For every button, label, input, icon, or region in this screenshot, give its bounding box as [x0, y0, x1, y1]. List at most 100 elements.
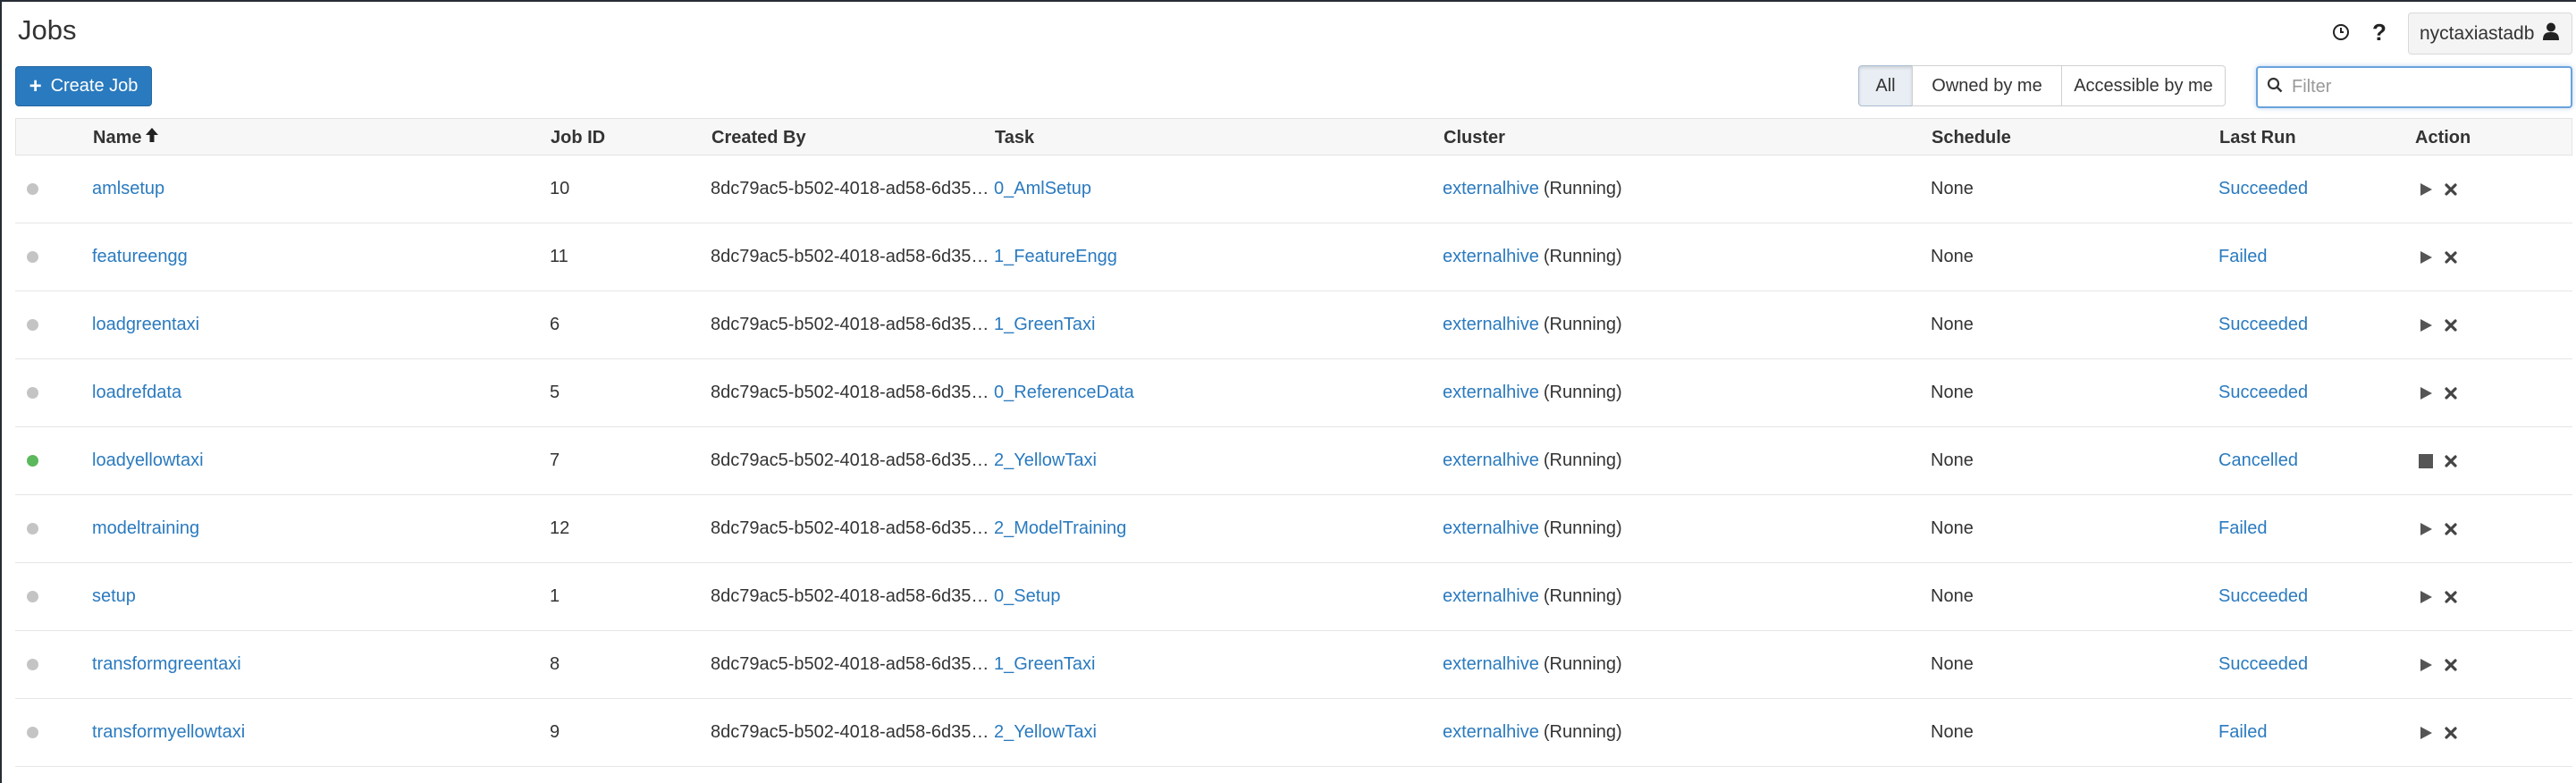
close-icon[interactable] — [2445, 454, 2457, 467]
close-icon[interactable] — [2445, 318, 2457, 332]
last-run-link[interactable]: Succeeded — [2218, 291, 2308, 358]
status-dot — [27, 319, 38, 331]
job-id: 11 — [550, 247, 568, 266]
cluster-link[interactable]: externalhive — [1443, 518, 1539, 539]
job-name-link[interactable]: featureengg — [92, 223, 188, 290]
status-indicator — [27, 223, 38, 290]
table-row: transformgreentaxi 8 8dc79ac5-b502-4018-ad… — [15, 631, 2572, 699]
question-icon[interactable]: ? — [2367, 19, 2392, 46]
column-header-cluster[interactable]: Cluster — [1444, 119, 1505, 156]
play-icon[interactable] — [2419, 522, 2433, 536]
column-header-name[interactable]: Name — [93, 119, 159, 156]
cluster-cell: externalhive (Running) — [1443, 427, 1622, 494]
play-icon[interactable] — [2419, 318, 2433, 333]
row-actions — [2419, 291, 2457, 358]
cluster-link[interactable]: externalhive — [1443, 450, 1539, 471]
last-run-link[interactable]: Failed — [2218, 223, 2267, 290]
cluster-state: (Running) — [1543, 654, 1622, 674]
job-name-link[interactable]: setup — [92, 563, 136, 630]
schedule: None — [1931, 654, 1974, 674]
cluster-cell: externalhive (Running) — [1443, 699, 1622, 766]
column-header-created-by[interactable]: Created By — [711, 119, 806, 156]
schedule: None — [1931, 722, 1974, 742]
close-icon[interactable] — [2445, 182, 2457, 196]
cluster-link[interactable]: externalhive — [1443, 654, 1539, 675]
job-name-link[interactable]: loadgreentaxi — [92, 291, 199, 358]
schedule: None — [1931, 315, 1974, 334]
play-icon[interactable] — [2419, 182, 2433, 197]
created-by: 8dc79ac5-b502-4018-ad58-6d35… — [711, 586, 989, 606]
job-name-link[interactable]: modeltraining — [92, 495, 199, 562]
task-link[interactable]: 2_YellowTaxi — [994, 699, 1097, 766]
cluster-cell: externalhive (Running) — [1443, 631, 1622, 698]
last-run-link[interactable]: Succeeded — [2218, 156, 2308, 223]
cluster-cell: externalhive (Running) — [1443, 495, 1622, 562]
task-link[interactable]: 2_YellowTaxi — [994, 427, 1097, 494]
job-name-link[interactable]: amlsetup — [92, 156, 164, 223]
cluster-link[interactable]: externalhive — [1443, 247, 1539, 267]
task-link[interactable]: 1_GreenTaxi — [994, 291, 1095, 358]
last-run-link[interactable]: Cancelled — [2218, 427, 2298, 494]
created-by: 8dc79ac5-b502-4018-ad58-6d35… — [711, 179, 989, 198]
job-name-link[interactable]: loadrefdata — [92, 359, 181, 426]
cluster-cell: externalhive (Running) — [1443, 223, 1622, 290]
created-by: 8dc79ac5-b502-4018-ad58-6d35… — [711, 722, 989, 742]
play-icon[interactable] — [2419, 590, 2433, 604]
column-header-task[interactable]: Task — [995, 119, 1034, 156]
create-job-button[interactable]: + Create Job — [15, 66, 152, 106]
last-run-link[interactable]: Failed — [2218, 699, 2267, 766]
last-run-link[interactable]: Succeeded — [2218, 631, 2308, 698]
cluster-state: (Running) — [1543, 247, 1622, 266]
cluster-link[interactable]: externalhive — [1443, 722, 1539, 743]
cluster-cell: externalhive (Running) — [1443, 291, 1622, 358]
schedule: None — [1931, 247, 1974, 266]
column-header-job-id[interactable]: Job ID — [551, 119, 605, 156]
cluster-state: (Running) — [1543, 383, 1622, 402]
table-row: loadrefdata 5 8dc79ac5-b502-4018-ad58-6d35… — [15, 359, 2572, 427]
cluster-link[interactable]: externalhive — [1443, 179, 1539, 199]
job-name-link[interactable]: transformyellowtaxi — [92, 699, 245, 766]
table-row: transformyellowtaxi 9 8dc79ac5-b502-4018-a… — [15, 699, 2572, 767]
task-link[interactable]: 0_ReferenceData — [994, 359, 1134, 426]
play-icon[interactable] — [2419, 658, 2433, 672]
last-run-link[interactable]: Succeeded — [2218, 563, 2308, 630]
close-icon[interactable] — [2445, 250, 2457, 264]
task-link[interactable]: 1_GreenTaxi — [994, 631, 1095, 698]
filter-input[interactable] — [2290, 76, 2562, 98]
last-run-link[interactable]: Failed — [2218, 495, 2267, 562]
cluster-link[interactable]: externalhive — [1443, 586, 1539, 607]
filter-all-button[interactable]: All — [1858, 65, 1913, 106]
user-menu-button[interactable]: nyctaxiastadb — [2408, 13, 2572, 55]
filter-box — [2256, 66, 2572, 108]
job-id: 9 — [550, 722, 560, 742]
column-header-schedule[interactable]: Schedule — [1932, 119, 2011, 156]
cluster-link[interactable]: externalhive — [1443, 383, 1539, 403]
play-icon[interactable] — [2419, 726, 2433, 740]
close-icon[interactable] — [2445, 522, 2457, 535]
task-link[interactable]: 0_Setup — [994, 563, 1061, 630]
cluster-cell: externalhive (Running) — [1443, 156, 1622, 223]
clock-icon[interactable] — [2328, 20, 2353, 45]
close-icon[interactable] — [2445, 590, 2457, 603]
column-header-last-run[interactable]: Last Run — [2219, 119, 2296, 156]
task-link[interactable]: 2_ModelTraining — [994, 495, 1126, 562]
jobs-table: Name Job ID Created By Task Cluster Sche… — [15, 118, 2572, 767]
close-icon[interactable] — [2445, 386, 2457, 400]
filter-accessible-button[interactable]: Accessible by me — [2061, 65, 2226, 106]
table-row: loadyellowtaxi 7 8dc79ac5-b502-4018-ad58-6… — [15, 427, 2572, 495]
task-link[interactable]: 1_FeatureEngg — [994, 223, 1117, 290]
stop-icon[interactable] — [2419, 453, 2433, 468]
last-run-link[interactable]: Succeeded — [2218, 359, 2308, 426]
close-icon[interactable] — [2445, 726, 2457, 739]
job-name-link[interactable]: loadyellowtaxi — [92, 427, 204, 494]
task-link[interactable]: 0_AmlSetup — [994, 156, 1091, 223]
cluster-link[interactable]: externalhive — [1443, 315, 1539, 335]
job-name-link[interactable]: transformgreentaxi — [92, 631, 241, 698]
close-icon[interactable] — [2445, 658, 2457, 671]
schedule: None — [1931, 518, 1974, 538]
cluster-cell: externalhive (Running) — [1443, 359, 1622, 426]
play-icon[interactable] — [2419, 386, 2433, 400]
status-dot — [27, 183, 38, 195]
filter-owned-button[interactable]: Owned by me — [1912, 65, 2062, 106]
play-icon[interactable] — [2419, 250, 2433, 265]
